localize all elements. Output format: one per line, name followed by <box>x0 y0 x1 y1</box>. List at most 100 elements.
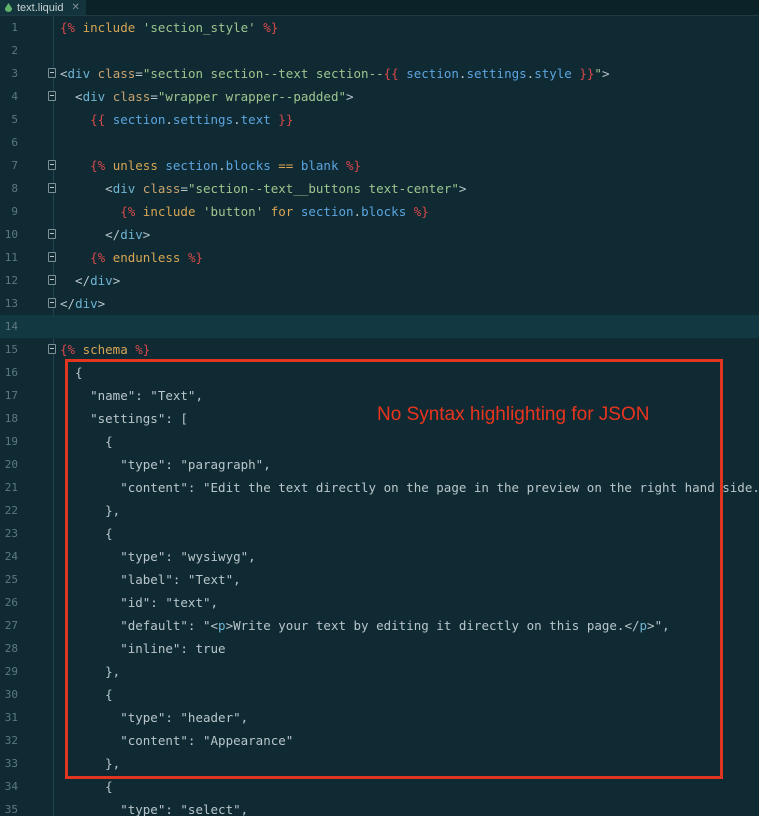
code-token: unless <box>112 158 166 173</box>
code-token: section <box>406 66 459 81</box>
code-editor[interactable]: text.liquid ✕ 1 {% include 'section_style… <box>0 0 759 816</box>
code-token: section <box>112 112 166 127</box>
line-number: 18 <box>4 412 18 425</box>
code-token: div <box>120 227 143 242</box>
line-number: 7 <box>11 159 18 172</box>
code-token: {% <box>90 158 113 173</box>
line-number: 28 <box>4 642 18 655</box>
code-line[interactable]: 10 </div> <box>0 223 759 246</box>
line-number: 25 <box>4 573 18 586</box>
fold-toggle-icon[interactable] <box>48 91 56 101</box>
fold-toggle-icon[interactable] <box>48 68 56 78</box>
code-text: {{ section.settings.text }} <box>60 108 293 131</box>
code-line[interactable]: 6 <box>0 131 759 154</box>
code-line[interactable]: 5 {{ section.settings.text }} <box>0 108 759 131</box>
code-token: div <box>75 296 98 311</box>
code-token: blocks <box>361 204 414 219</box>
code-text: </div> <box>60 292 105 315</box>
code-token: "section--text__buttons text-center" <box>187 181 459 196</box>
code-token: %} <box>135 342 151 357</box>
code-token: == <box>278 158 301 173</box>
liquid-file-icon <box>4 3 13 12</box>
tab-text-liquid[interactable]: text.liquid ✕ <box>0 0 86 15</box>
line-number: 14 <box>4 320 18 333</box>
code-token: = <box>180 181 188 196</box>
code-token: section <box>165 158 219 173</box>
code-token: }} <box>278 112 294 127</box>
line-number: 10 <box>4 228 18 241</box>
code-line[interactable]: 2 <box>0 39 759 62</box>
code-token: div <box>67 66 98 81</box>
code-token: . <box>165 112 173 127</box>
code-line[interactable]: 3 <div class="section section--text secti… <box>0 62 759 85</box>
code-token: class <box>142 181 181 196</box>
line-number: 16 <box>4 366 18 379</box>
code-token: < <box>60 66 68 81</box>
line-number: 31 <box>4 711 18 724</box>
code-text: <div class="wrapper wrapper--padded"> <box>60 85 354 108</box>
code-text: </div> <box>60 223 150 246</box>
code-token: "section section--text section-- <box>142 66 384 81</box>
code-token: > <box>346 89 354 104</box>
code-line[interactable]: 1 {% include 'section_style' %} <box>0 16 759 39</box>
code-text: "type": "select", <box>60 798 248 816</box>
code-token: settings <box>466 66 527 81</box>
code-token: "type": "select", <box>60 802 249 816</box>
line-number: 11 <box>4 251 18 264</box>
code-token: include <box>82 20 143 35</box>
code-token: class <box>97 66 136 81</box>
code-token: for <box>270 204 301 219</box>
code-token: %} <box>413 204 429 219</box>
code-line[interactable]: 12 </div> <box>0 269 759 292</box>
code-line[interactable]: 15 {% schema %} <box>0 338 759 361</box>
code-token: < <box>60 89 83 104</box>
close-tab-icon[interactable]: ✕ <box>71 2 79 13</box>
code-token: style <box>534 66 580 81</box>
fold-toggle-icon[interactable] <box>48 252 56 262</box>
code-text: <div class="section--text__buttons text-… <box>60 177 466 200</box>
code-token: > <box>601 66 610 81</box>
code-token: </ <box>60 273 91 288</box>
code-token: < <box>60 181 113 196</box>
fold-toggle-icon[interactable] <box>48 275 56 285</box>
code-token: include <box>142 204 204 219</box>
code-token: settings <box>172 112 234 127</box>
code-text: {% schema %} <box>60 338 150 361</box>
code-line[interactable]: 9 {% include 'button' for section.blocks… <box>0 200 759 223</box>
line-number: 27 <box>4 619 18 632</box>
code-text: <div class="section section--text sectio… <box>60 62 609 85</box>
code-line[interactable]: 11 {% endunless %} <box>0 246 759 269</box>
fold-toggle-icon[interactable] <box>48 344 56 354</box>
code-token: 'section_style' <box>142 20 264 35</box>
code-token: div <box>82 89 113 104</box>
code-line[interactable]: 8 <div class="section--text__buttons tex… <box>0 177 759 200</box>
code-line[interactable]: 13 </div> <box>0 292 759 315</box>
line-number: 30 <box>4 688 18 701</box>
code-line[interactable]: 4 <div class="wrapper wrapper--padded"> <box>0 85 759 108</box>
code-line[interactable]: 7 {% unless section.blocks == blank %} <box>0 154 759 177</box>
tab-bar: text.liquid ✕ <box>0 0 759 16</box>
fold-toggle-icon[interactable] <box>48 229 56 239</box>
line-number: 6 <box>11 136 18 149</box>
code-token: . <box>353 204 362 219</box>
fold-toggle-icon[interactable] <box>48 298 56 308</box>
code-token: class <box>112 89 151 104</box>
code-token: {% <box>60 342 83 357</box>
code-token: blank <box>300 158 347 173</box>
line-number: 4 <box>11 90 18 103</box>
code-line[interactable]: 35 "type": "select", <box>0 798 759 816</box>
code-token: div <box>90 273 113 288</box>
line-number: 5 <box>11 113 18 126</box>
fold-toggle-icon[interactable] <box>48 183 56 193</box>
fold-toggle-icon[interactable] <box>48 160 56 170</box>
code-token: > <box>458 181 467 196</box>
code-token: text <box>240 112 279 127</box>
code-line[interactable]: 14 <box>0 315 759 338</box>
code-token: . <box>233 112 241 127</box>
code-token: %} <box>263 20 279 35</box>
line-number: 15 <box>4 343 18 356</box>
tab-label: text.liquid <box>17 1 64 14</box>
